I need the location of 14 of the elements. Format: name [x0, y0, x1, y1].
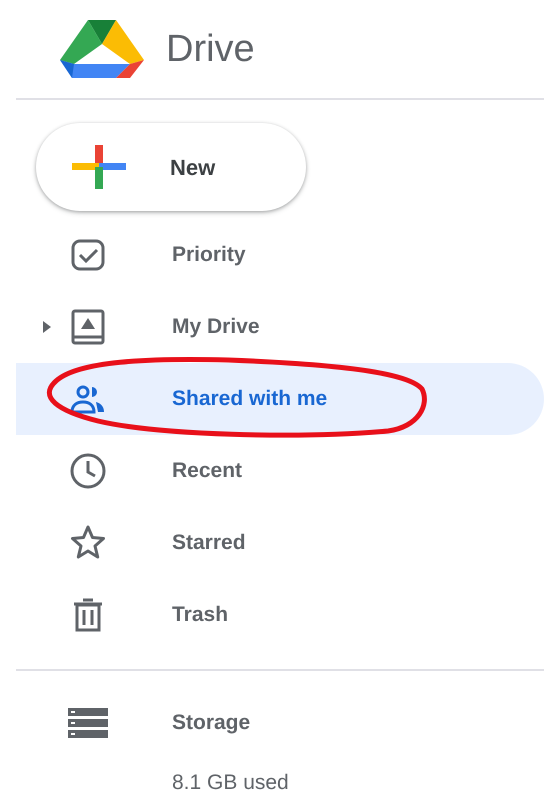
- plus-icon: [72, 145, 126, 189]
- storage-usage: 8.1 GB used: [171, 770, 290, 796]
- app-title: Drive: [166, 26, 255, 72]
- clock-icon: [68, 451, 108, 491]
- nav-item[interactable]: Trash: [16, 579, 544, 651]
- new-button[interactable]: New: [36, 123, 306, 211]
- nav-item[interactable]: My Drive: [16, 291, 544, 363]
- nav-item[interactable]: Starred: [16, 507, 544, 579]
- expand-icon[interactable]: [42, 320, 52, 333]
- logo-icon: [60, 20, 144, 78]
- storage-icon: [68, 708, 108, 738]
- nav-item[interactable]: Recent: [16, 435, 544, 507]
- nav-item[interactable]: Priority: [16, 219, 544, 291]
- storage-item[interactable]: Storage: [16, 687, 544, 759]
